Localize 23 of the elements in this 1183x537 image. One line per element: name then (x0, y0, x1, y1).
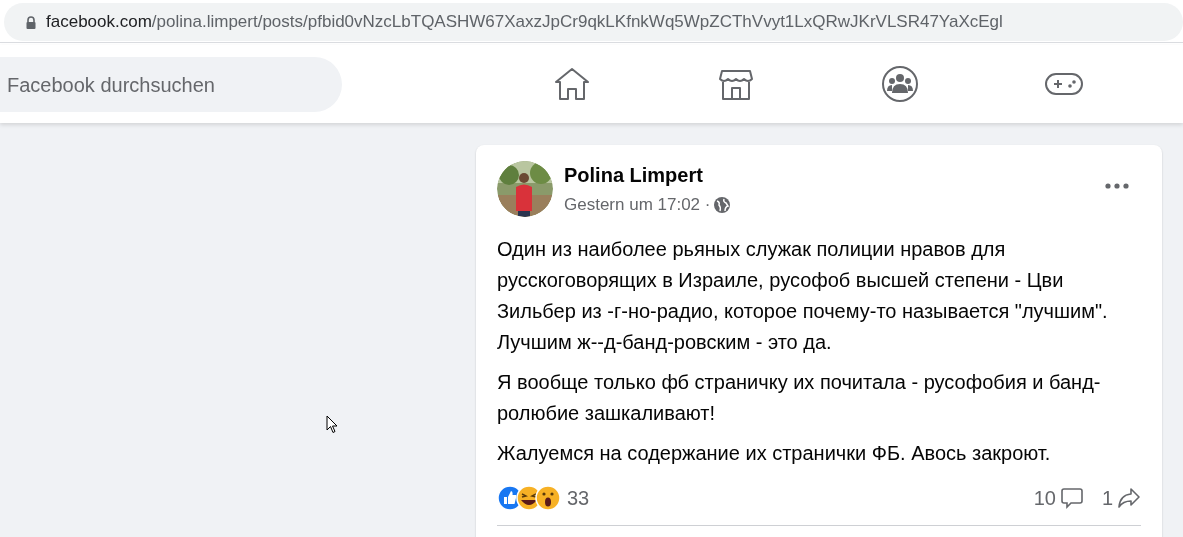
post-time[interactable]: Gestern um 17:02 · (564, 192, 711, 218)
groups-icon[interactable] (881, 65, 919, 103)
share-count[interactable]: 1 (1101, 482, 1113, 513)
home-icon[interactable] (554, 67, 590, 101)
address-bar[interactable]: facebook.com/polina.limpert/posts/pfbid0vNzcLbTQASHW67XaxzJpCr9qkLKfnkWq5WpZCThVvyt1LxQRwJKrVLSR47YaXcEgl (4, 3, 1183, 41)
reaction-count[interactable]: 33 (567, 482, 590, 513)
reaction-icons[interactable] (497, 484, 561, 511)
share-icon[interactable] (1117, 485, 1141, 510)
comment-count[interactable]: 10 (1033, 482, 1056, 513)
post-paragraph: Я вообще только фб страничку их почитала - русофобия и банд-ролюбие зашкаливают! (497, 369, 1102, 426)
search-input[interactable]: Facebook durchsuchen (7, 69, 342, 100)
search-field[interactable]: Facebook durchsuchen (0, 57, 342, 112)
more-options-icon[interactable] (1105, 183, 1129, 189)
cursor-icon (326, 415, 338, 434)
lock-icon (26, 15, 36, 29)
globe-icon (714, 196, 731, 213)
store-icon[interactable] (718, 67, 754, 101)
url-text: facebook.com/polina.limpert/posts/pfbid0vNzcLbTQASHW67XaxzJpCr9qkLKfnkWq5WpZCThVvyt1LxQRwJKrVLSR47YaXcEgl (46, 11, 1003, 34)
comment-icon[interactable] (1059, 485, 1084, 510)
post-paragraph: Один из наиболее рьяных служак полиции нравов для русскоговорящих в Израиле, русофоб высшей степени - Цви Зильбер из -г-но-радио, которое почему-то называется "лучшим". Лучшим ж--д-банд-ровским - это да. (497, 236, 1109, 355)
post-paragraph: Жалуемся на содержание их странички ФБ. Авось закроют. (497, 440, 1052, 466)
gamepad-icon[interactable] (1044, 70, 1084, 98)
author-name[interactable]: Polina Limpert (564, 162, 731, 188)
